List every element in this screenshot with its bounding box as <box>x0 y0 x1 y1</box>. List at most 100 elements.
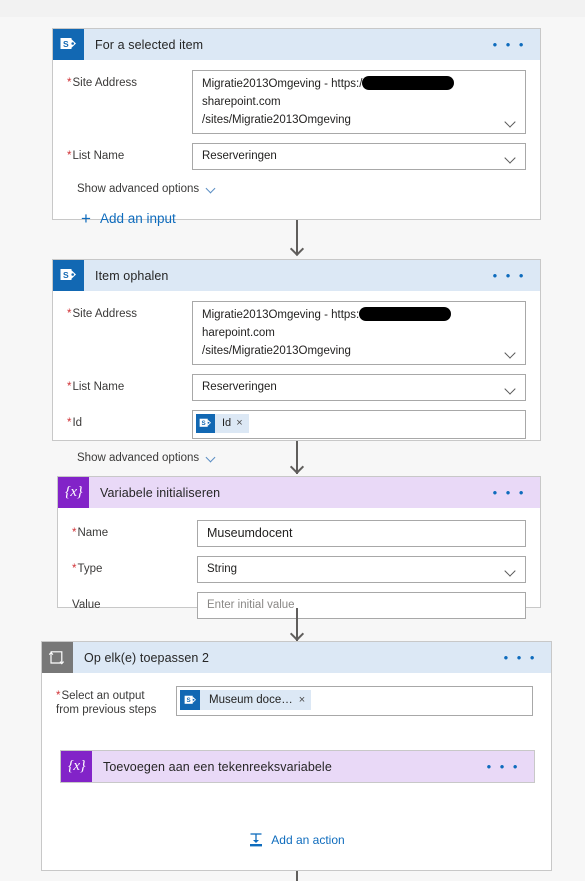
token-chip-label: Id <box>222 417 232 429</box>
svg-text:S: S <box>63 39 69 49</box>
variable-name-input[interactable]: Museumdocent <box>197 520 526 547</box>
chevron-down-icon <box>206 454 217 463</box>
card-header-op-elke-toepassen-2[interactable]: Op elk(e) toepassen 2 • • • <box>42 642 551 673</box>
site-address-input[interactable]: Migratie2013Omgeving - https:/ sharepoint… <box>192 70 526 134</box>
show-advanced-options-label: Show advanced options <box>77 452 200 464</box>
field-row-id: *Id S Id × <box>67 410 526 439</box>
site-address-value-line1: Migratie2013Omgeving - https: <box>202 309 360 321</box>
card-menu-button[interactable]: • • • <box>504 651 551 664</box>
variable-type-value: String <box>207 563 238 575</box>
card-header-variabele-initialiseren[interactable]: {x} Variabele initialiseren • • • <box>58 477 540 508</box>
connector-arrow-1 <box>290 245 304 255</box>
card-title: Variabele initialiseren <box>100 485 221 500</box>
chevron-down-icon <box>506 566 517 577</box>
required-marker: * <box>67 77 72 89</box>
card-title: Toevoegen aan een tekenreeksvariabele <box>103 759 332 774</box>
variable-value-placeholder: Enter initial value <box>207 599 295 611</box>
field-label-site-address: *Site Address <box>67 308 138 320</box>
card-header-for-a-selected-item[interactable]: S For a selected item • • • <box>53 29 540 60</box>
card-variabele-initialiseren[interactable]: {x} Variabele initialiseren • • • *Name … <box>57 476 541 619</box>
field-row-list-name: *List Name Reserveringen <box>67 374 526 401</box>
field-row-site-address: *Site Address Migratie2013Omgeving - htt… <box>67 70 526 134</box>
required-marker: * <box>56 690 61 702</box>
list-name-value: Reserveringen <box>202 150 277 162</box>
variable-icon: {x} <box>61 751 92 782</box>
sharepoint-icon: S <box>196 414 215 433</box>
select-output-label-line1: Select an output <box>61 690 145 702</box>
token-chip-label: Museum doce… <box>209 693 293 706</box>
field-row-type: *Type String <box>72 556 526 583</box>
card-header-toevoegen-aan-een-tekenreeksvariabele[interactable]: {x} Toevoegen aan een tekenreeksvariabel… <box>61 751 534 782</box>
add-an-action-button[interactable]: Add an action <box>248 832 345 848</box>
add-an-action-label: Add an action <box>271 833 345 847</box>
svg-text:S: S <box>186 697 190 704</box>
card-item-ophalen[interactable]: S Item ophalen • • • *Site Address Migra… <box>52 259 541 464</box>
required-marker: * <box>67 381 72 393</box>
chevron-down-icon <box>506 153 517 164</box>
sharepoint-icon: S <box>53 29 84 60</box>
card-toevoegen-aan-een-tekenreeksvariabele[interactable]: {x} Toevoegen aan een tekenreeksvariabel… <box>60 750 535 783</box>
card-menu-button[interactable]: • • • <box>493 486 540 499</box>
select-an-output-input[interactable]: S Museum doce… × <box>176 686 533 716</box>
field-row-name: *Name Museumdocent <box>72 520 526 547</box>
flow-designer-canvas: S For a selected item • • • *Site Addres… <box>0 0 585 881</box>
field-label-name: *Name <box>72 527 109 539</box>
show-advanced-options-label: Show advanced options <box>77 183 200 195</box>
list-name-input[interactable]: Reserveringen <box>192 374 526 401</box>
token-chip-museum-docent[interactable]: S Museum doce… × <box>180 690 312 710</box>
card-menu-button[interactable]: • • • <box>493 38 540 51</box>
svg-text:S: S <box>201 420 205 427</box>
card-for-a-selected-item[interactable]: S For a selected item • • • *Site Addres… <box>52 28 541 227</box>
loop-icon <box>42 642 73 673</box>
required-marker: * <box>72 527 77 539</box>
show-advanced-options-toggle[interactable]: Show advanced options <box>77 183 217 195</box>
connector-line-4 <box>296 871 298 881</box>
card-header-item-ophalen[interactable]: S Item ophalen • • • <box>53 260 540 291</box>
card-menu-button[interactable]: • • • <box>487 760 534 773</box>
card-menu-button[interactable]: • • • <box>493 269 540 282</box>
card-title: Op elk(e) toepassen 2 <box>84 650 210 665</box>
card-op-elke-toepassen-2[interactable]: Op elk(e) toepassen 2 • • • *Select an o… <box>41 641 552 871</box>
redaction-bar <box>362 76 455 90</box>
site-address-value-line1-tail: sharepoint.com <box>202 96 281 108</box>
list-name-input[interactable]: Reserveringen <box>192 143 526 170</box>
site-address-value-line1-tail: harepoint.com <box>202 327 275 339</box>
field-label-id: *Id <box>67 417 83 429</box>
sharepoint-icon: S <box>180 690 200 710</box>
variable-name-value: Museumdocent <box>207 526 293 540</box>
required-marker: * <box>72 563 77 575</box>
card-body-for-a-selected-item: *Site Address Migratie2013Omgeving - htt… <box>53 60 540 238</box>
insert-action-icon <box>248 832 264 848</box>
required-marker: * <box>67 150 72 162</box>
field-row-list-name: *List Name Reserveringen <box>67 143 526 170</box>
required-marker: * <box>67 417 72 429</box>
select-output-label-line2: from previous steps <box>56 704 157 716</box>
token-chip-id[interactable]: S Id × <box>196 414 249 433</box>
redaction-bar <box>359 307 452 321</box>
card-title: Item ophalen <box>95 268 169 283</box>
list-name-value: Reserveringen <box>202 381 277 393</box>
sharepoint-icon: S <box>53 260 84 291</box>
token-remove-icon[interactable]: × <box>299 692 311 709</box>
card-title: For a selected item <box>95 37 204 52</box>
field-row-value: Value Enter initial value <box>72 592 526 619</box>
chevron-down-icon <box>506 348 517 359</box>
field-label-select-an-output: *Select an output from previous steps <box>56 686 176 717</box>
show-advanced-options-toggle[interactable]: Show advanced options <box>77 452 217 464</box>
variable-type-input[interactable]: String <box>197 556 526 583</box>
site-address-value-line1: Migratie2013Omgeving - https:/ <box>202 78 363 90</box>
id-input[interactable]: S Id × <box>192 410 526 439</box>
token-remove-icon[interactable]: × <box>236 415 248 432</box>
field-row-select-an-output: *Select an output from previous steps S <box>56 686 533 717</box>
card-body-op-elke-toepassen-2: *Select an output from previous steps S <box>42 673 551 717</box>
add-an-input-button[interactable]: + Add an input <box>81 208 176 228</box>
plus-icon: + <box>81 208 91 228</box>
field-label-value: Value <box>72 599 101 611</box>
field-label-site-address: *Site Address <box>67 77 138 89</box>
site-address-value-line2: /sites/Migratie2013Omgeving <box>202 114 351 126</box>
field-row-site-address: *Site Address Migratie2013Omgeving - htt… <box>67 301 526 365</box>
variable-value-input[interactable]: Enter initial value <box>197 592 526 619</box>
field-label-list-name: *List Name <box>67 381 125 393</box>
chevron-down-icon <box>206 185 217 194</box>
site-address-input[interactable]: Migratie2013Omgeving - https: harepoint.c… <box>192 301 526 365</box>
